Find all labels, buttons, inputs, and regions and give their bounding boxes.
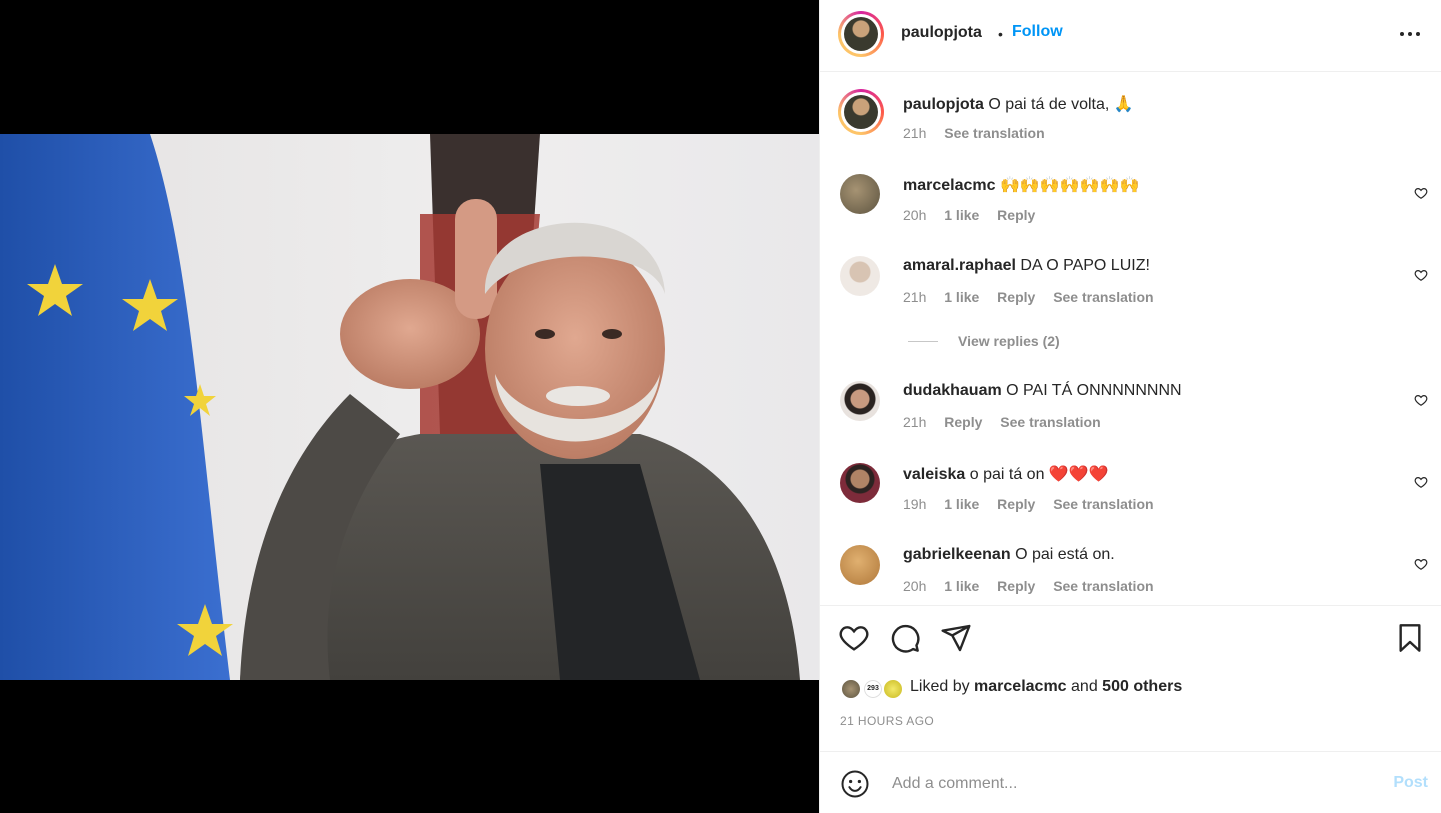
comment-like-heart-icon[interactable] <box>1414 268 1428 282</box>
comment-likes[interactable]: 1 like <box>944 578 979 594</box>
comment-likes[interactable]: 1 like <box>944 496 979 512</box>
comment-item: amaral.raphael DA O PAPO LUIZ! 21h 1 lik… <box>820 236 1441 316</box>
comment-time[interactable]: 20h <box>903 207 926 223</box>
liker-avatar-badge[interactable]: 293 <box>862 678 884 700</box>
comment-username[interactable]: dudakhauam <box>903 382 1002 399</box>
follow-button[interactable]: Follow <box>1012 23 1063 41</box>
post-photo <box>0 134 819 680</box>
comment-see-translation[interactable]: See translation <box>1053 578 1153 594</box>
comment-time[interactable]: 19h <box>903 496 926 512</box>
comment-reply-button[interactable]: Reply <box>997 289 1035 305</box>
liked-by-others[interactable]: 500 others <box>1102 678 1182 695</box>
post-media[interactable] <box>0 0 819 813</box>
comment-text: 🙌🙌🙌🙌🙌🙌🙌 <box>999 177 1140 194</box>
comment-time[interactable]: 21h <box>903 289 926 305</box>
comment-reply-button[interactable]: Reply <box>997 578 1035 594</box>
comment-likes[interactable]: 1 like <box>944 207 979 223</box>
comment-text: O pai está on. <box>1015 546 1115 563</box>
liked-by-and: and <box>1071 678 1098 695</box>
comment-item: dudakhauam O PAI TÁ ONNNNNNNN 21h Reply … <box>820 361 1441 441</box>
comment-see-translation[interactable]: See translation <box>1053 496 1153 512</box>
comment-username[interactable]: amaral.raphael <box>903 257 1016 274</box>
comment-reply-button[interactable]: Reply <box>997 207 1035 223</box>
comment-time[interactable]: 21h <box>903 414 926 430</box>
comment-like-heart-icon[interactable] <box>1414 557 1428 571</box>
view-replies-button[interactable]: View replies (2) <box>958 333 1060 349</box>
comment-see-translation[interactable]: See translation <box>1000 414 1100 430</box>
header-separator: • <box>998 26 1003 42</box>
liked-by-user[interactable]: marcelacmc <box>974 678 1067 695</box>
post-side-panel: paulopjota • Follow paulopjota O pai tá … <box>819 0 1441 813</box>
comments-list[interactable]: paulopjota O pai tá de volta, 🙏 21h See … <box>820 72 1441 605</box>
comment-input[interactable] <box>890 764 1354 804</box>
comment-username[interactable]: valeiska <box>903 466 965 483</box>
commenter-avatar[interactable] <box>840 174 880 214</box>
add-comment-bar: Post <box>820 751 1441 813</box>
post-actions: 293 Liked by marcelacmc and 500 others 2… <box>820 605 1441 751</box>
comment-username[interactable]: marcelacmc <box>903 177 996 194</box>
commenter-avatar[interactable] <box>840 545 880 585</box>
comment-see-translation[interactable]: See translation <box>1053 289 1153 305</box>
comment-icon[interactable] <box>889 622 921 654</box>
comment-item: marcelacmc 🙌🙌🙌🙌🙌🙌🙌 20h 1 like Reply <box>820 154 1441 234</box>
post-comment-button[interactable]: Post <box>1393 774 1428 792</box>
comment-like-heart-icon[interactable] <box>1414 186 1428 200</box>
comment-text: o pai tá on ❤️❤️❤️ <box>969 466 1109 483</box>
emoji-icon[interactable] <box>840 769 870 799</box>
caption-author-avatar[interactable] <box>838 89 884 135</box>
liker-avatar[interactable] <box>882 678 904 700</box>
liked-by-prefix: Liked by <box>910 678 970 695</box>
comment-like-heart-icon[interactable] <box>1414 393 1428 407</box>
comment-likes[interactable]: 1 like <box>944 289 979 305</box>
comment-username[interactable]: gabrielkeenan <box>903 546 1011 563</box>
more-options-icon[interactable] <box>1400 30 1424 38</box>
commenter-avatar[interactable] <box>840 463 880 503</box>
author-avatar[interactable] <box>838 11 884 57</box>
author-username[interactable]: paulopjota <box>901 24 982 42</box>
share-icon[interactable] <box>940 622 972 654</box>
comment-text: O PAI TÁ ONNNNNNNN <box>1006 382 1182 399</box>
comment-reply-button[interactable]: Reply <box>944 414 982 430</box>
caption-text: O pai tá de volta, 🙏 <box>988 96 1134 113</box>
comment-like-heart-icon[interactable] <box>1414 475 1428 489</box>
commenter-avatar[interactable] <box>840 256 880 296</box>
comment-time[interactable]: 20h <box>903 578 926 594</box>
caption-username[interactable]: paulopjota <box>903 96 984 113</box>
post-timestamp[interactable]: 21 HOURS AGO <box>840 714 934 728</box>
caption-time[interactable]: 21h <box>903 125 926 141</box>
caption-see-translation[interactable]: See translation <box>944 125 1044 141</box>
heart-icon[interactable] <box>838 622 870 654</box>
comment-text: DA O PAPO LUIZ! <box>1020 257 1150 274</box>
commenter-avatar[interactable] <box>840 381 880 421</box>
view-replies-line <box>908 341 938 342</box>
caption: paulopjota O pai tá de volta, 🙏 21h See … <box>820 72 1441 152</box>
liked-by: Liked by marcelacmc and 500 others <box>910 678 1182 696</box>
comment-item: gabrielkeenan O pai está on. 20h 1 like … <box>820 525 1441 605</box>
comment-item: valeiska o pai tá on ❤️❤️❤️ 19h 1 like R… <box>820 443 1441 523</box>
liker-avatar[interactable] <box>840 678 862 700</box>
post-header: paulopjota • Follow <box>820 0 1441 72</box>
comment-reply-button[interactable]: Reply <box>997 496 1035 512</box>
bookmark-icon[interactable] <box>1394 622 1426 654</box>
